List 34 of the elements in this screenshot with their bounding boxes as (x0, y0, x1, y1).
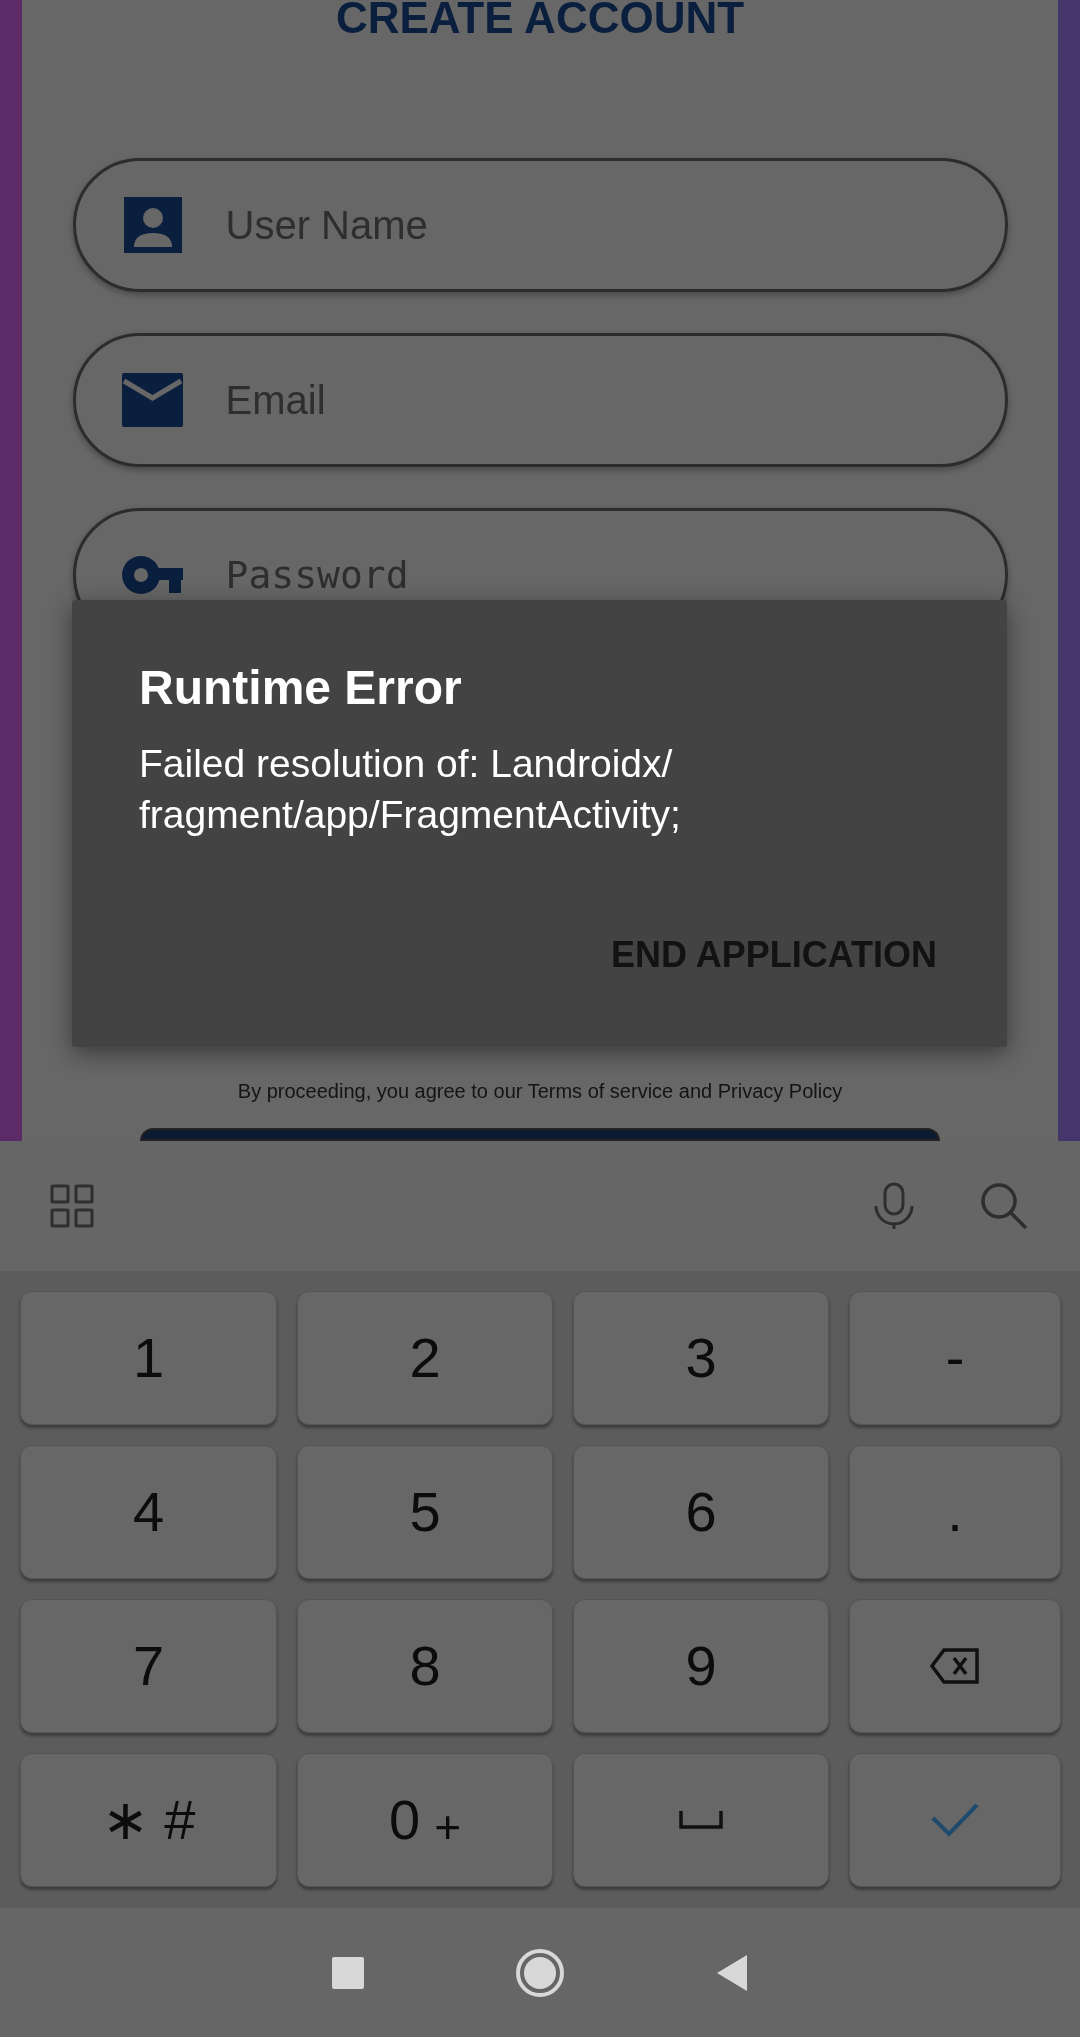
key[interactable]: 4 (20, 1445, 277, 1579)
checkmark-icon (931, 1802, 979, 1838)
key[interactable]: 3 (573, 1291, 829, 1425)
dialog-title: Runtime Error (139, 660, 463, 716)
search-icon[interactable] (980, 1182, 1028, 1230)
backspace-key[interactable] (849, 1599, 1061, 1733)
back-icon[interactable] (715, 1953, 749, 1992)
stop-icon[interactable] (331, 1955, 365, 1990)
person-icon (123, 197, 182, 253)
key[interactable]: 8 (297, 1599, 553, 1733)
terms-text: By proceeding, you agree to our Terms of service and Privacy Policy (236, 1079, 844, 1104)
key[interactable]: 7 (20, 1599, 277, 1733)
key[interactable]: 9 (573, 1599, 829, 1733)
space-icon (679, 1811, 723, 1829)
backspace-icon (930, 1648, 980, 1684)
home-icon[interactable] (515, 1947, 565, 1998)
dialog-message: Failed resolution of: Landroidx/ fragment/app/FragmentActivity; (139, 741, 682, 838)
key[interactable]: . (849, 1445, 1061, 1579)
key[interactable]: 2 (297, 1291, 553, 1425)
key[interactable]: - (849, 1291, 1061, 1425)
input-field[interactable]: Email (72, 333, 1008, 467)
grid-icon[interactable] (50, 1184, 94, 1228)
key-icon (120, 555, 185, 595)
microphone-icon[interactable] (872, 1182, 916, 1230)
key[interactable]: 0 + (297, 1753, 553, 1887)
key[interactable]: 1 (20, 1291, 277, 1425)
key[interactable]: ∗ # (20, 1753, 277, 1887)
key[interactable]: 5 (297, 1445, 553, 1579)
input-field[interactable]: User Name (72, 158, 1008, 292)
enter-key[interactable] (849, 1753, 1061, 1887)
key[interactable]: 6 (573, 1445, 829, 1579)
envelope-icon (122, 373, 183, 427)
page-title: CREATE ACCOUNT (335, 0, 745, 40)
space-key[interactable] (573, 1753, 829, 1887)
